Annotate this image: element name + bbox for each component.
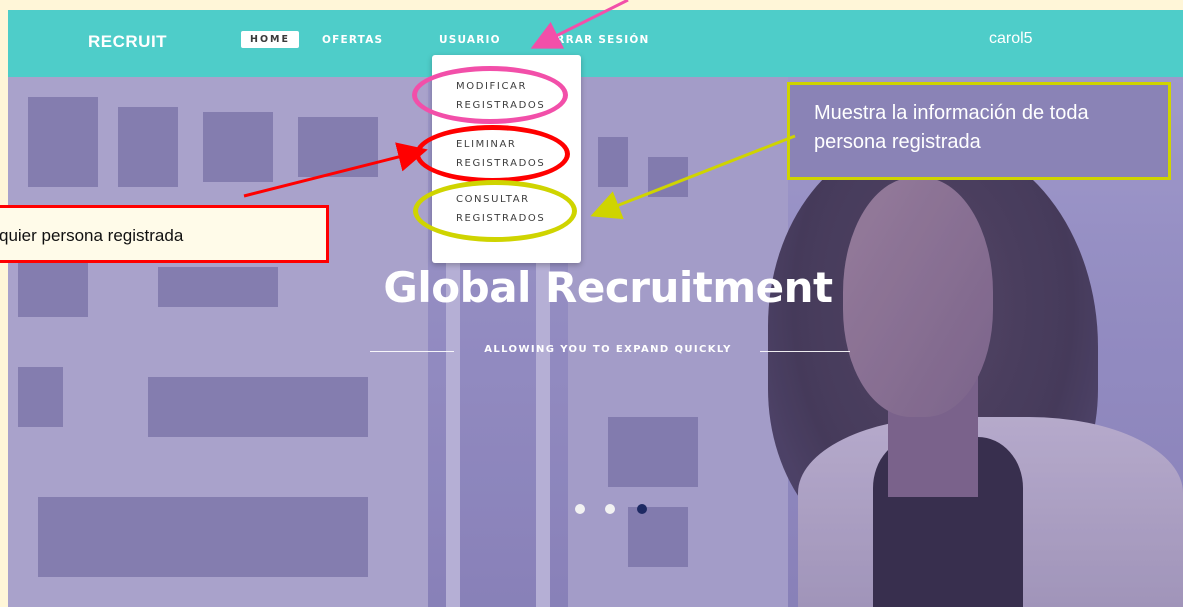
- carousel-dot-1[interactable]: [575, 504, 585, 514]
- nav-usuario[interactable]: USUARIO: [439, 34, 501, 46]
- hero-subtitle: ALLOWING YOU TO EXPAND QUICKLY: [484, 344, 732, 355]
- annotation-ellipse-red: [415, 125, 570, 183]
- carousel-indicators: [571, 504, 661, 518]
- hero-subtitle-row: ALLOWING YOU TO EXPAND QUICKLY: [370, 344, 850, 360]
- nav-home[interactable]: HOME: [241, 31, 299, 48]
- annotation-text: quier persona registrada: [0, 226, 184, 245]
- annotation-ellipse-pink: [412, 66, 568, 124]
- carousel-dot-3-active[interactable]: [637, 504, 647, 514]
- annotation-ellipse-yellow: [413, 180, 577, 242]
- top-navbar: RECRUIT HOME OFERTAS USUARIO CERRAR SESI…: [8, 10, 1183, 77]
- subtitle-divider: [370, 351, 454, 352]
- annotation-note-eliminar: quier persona registrada: [0, 205, 329, 263]
- carousel-dot-2[interactable]: [605, 504, 615, 514]
- hero-title: Global Recruitment: [383, 263, 833, 312]
- annotation-text: Muestra la información de toda persona r…: [814, 102, 1089, 153]
- current-user-name: carol5: [989, 30, 1033, 47]
- annotation-note-consultar: Muestra la información de toda persona r…: [787, 82, 1171, 180]
- nav-ofertas[interactable]: OFERTAS: [322, 34, 383, 46]
- nav-cerrar-sesion[interactable]: CERRAR SESIÓN: [539, 34, 649, 46]
- brand-logo[interactable]: RECRUIT: [88, 32, 167, 52]
- subtitle-divider: [760, 351, 850, 352]
